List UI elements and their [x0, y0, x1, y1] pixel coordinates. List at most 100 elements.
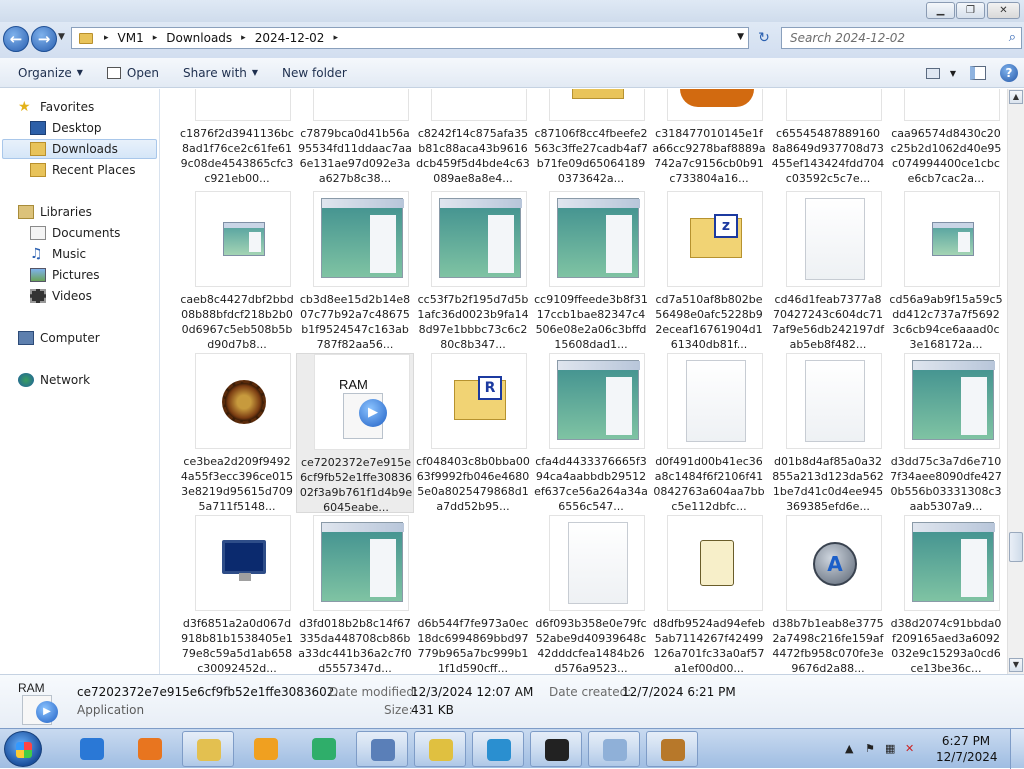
nav-network[interactable]: Network [18, 370, 176, 390]
documents-icon [30, 226, 46, 240]
navigation-pane: ★ Favorites Desktop Downloads Recent Plac… [0, 89, 160, 674]
taskbar-file-explorer[interactable] [182, 731, 234, 767]
date-modified-label: Date modified: [329, 685, 419, 699]
document-icon [568, 522, 628, 604]
taskbar-browser-green[interactable] [298, 731, 350, 767]
file-item[interactable]: cc9109ffeede3b8f3117ccb1bae82347c4506e08… [532, 191, 650, 351]
file-item[interactable]: d01b8d4af85a0a32855a213d123da5621be7d41c… [769, 353, 887, 513]
file-thumbnail [195, 89, 291, 121]
file-item[interactable]: d3fd018b2b8c14f67335da448708cb86ba33dc44… [296, 515, 414, 674]
close-button[interactable]: ✕ [987, 2, 1020, 19]
file-item[interactable]: d3dd75c3a7d6e7107f34aee8090dfe4270b556b0… [887, 353, 1005, 513]
taskbar-internet-explorer[interactable] [66, 731, 118, 767]
chevron-right-icon[interactable]: ▸ [99, 33, 114, 43]
open-label: Open [126, 65, 159, 80]
app-icon [680, 89, 754, 107]
file-thumbnail [904, 353, 1000, 449]
show-hidden-icons-icon[interactable]: ▲ [845, 742, 858, 755]
action-center-icon[interactable]: ⚑ [865, 742, 878, 755]
breadcrumb-downloads[interactable]: Downloads [162, 31, 236, 45]
taskbar-7zip[interactable] [530, 731, 582, 767]
breadcrumb-date-folder[interactable]: 2024-12-02 [251, 31, 329, 45]
application-icon [912, 360, 995, 440]
scroll-down-icon[interactable]: ▼ [1009, 658, 1023, 672]
nav-recent-label: Recent Places [52, 163, 136, 177]
taskbar-firefox[interactable] [124, 731, 176, 767]
file-item[interactable]: Ad38b7b1eab8e37752a7498c216fe159af4472fb… [769, 515, 887, 674]
file-item[interactable]: d0f491d00b41ec36a8c1484f6f2106f410842763… [650, 353, 768, 513]
open-button[interactable]: Open [95, 58, 171, 88]
file-name: caeb8c4427dbf2bbd08b88bfdcf218b2b00d6967… [180, 293, 294, 351]
address-dropdown-icon[interactable]: ▼ [737, 32, 744, 42]
back-button[interactable]: ← [3, 26, 29, 52]
file-name: cd56a9ab9f15a59c5dd412c737a7f56923c6cb94… [889, 293, 1003, 351]
network-tray-icon[interactable]: ▦ [885, 742, 898, 755]
nav-downloads[interactable]: Downloads [2, 139, 157, 159]
show-desktop-button[interactable] [1010, 729, 1024, 769]
scroll-up-icon[interactable]: ▲ [1009, 90, 1023, 104]
volume-muted-icon[interactable]: ✕ [905, 742, 918, 755]
minimize-button[interactable]: ▁ [926, 2, 955, 19]
search-input[interactable]: Search 2024-12-02 ⌕ [781, 27, 1022, 49]
clock-date[interactable]: 12/7/2024 [936, 750, 998, 764]
nav-computer[interactable]: Computer [18, 328, 176, 348]
file-thumbnail [667, 353, 763, 449]
nav-favorites[interactable]: ★ Favorites [18, 97, 176, 117]
7zip-icon [545, 739, 569, 761]
chevron-down-icon: ▼ [76, 68, 83, 77]
taskbar-tools[interactable] [414, 731, 466, 767]
taskbar-app-gear[interactable] [646, 731, 698, 767]
file-thumbnail [313, 515, 409, 611]
organize-button[interactable]: Organize ▼ [0, 58, 95, 88]
file-name: c318477010145e1fa66cc9278baf8889a742a7c9… [652, 127, 766, 185]
forward-button[interactable]: → [31, 26, 57, 52]
file-item[interactable]: Rcf048403c8b0bba0063f9992fb046e46805e0a8… [414, 353, 532, 513]
taskbar-notepad[interactable] [588, 731, 640, 767]
file-item[interactable]: d38d2074c91bbda0f209165aed3a6092032e9c15… [887, 515, 1005, 674]
preview-pane-icon[interactable] [970, 66, 986, 80]
help-icon[interactable]: ? [1000, 64, 1018, 82]
refresh-icon[interactable]: ↻ [752, 27, 776, 49]
chevron-right-icon[interactable]: ▸ [236, 33, 251, 43]
file-item[interactable]: ce3bea2d209f94924a55f3ecc396ce0153e8219d… [178, 353, 296, 513]
file-item[interactable]: cd46d1feab7377a870427243c604dc717af9e56d… [769, 191, 887, 351]
file-item[interactable]: caeb8c4427dbf2bbd08b88bfdcf218b2b00d6967… [178, 191, 296, 351]
file-item[interactable]: cfa4d4433376665f394ca4aabbdb29512ef637ce… [532, 353, 650, 513]
file-item[interactable]: d6f093b358e0e79fc52abe9d40939648c42dddcf… [532, 515, 650, 674]
network-icon [18, 373, 34, 387]
file-item[interactable]: d3f6851a2a0d067d918b81b1538405e179e8c59a… [178, 515, 296, 674]
search-icon[interactable]: ⌕ [1009, 30, 1016, 45]
new-folder-button[interactable]: New folder [270, 58, 359, 88]
recent-pages-dropdown[interactable]: ▼ [58, 32, 65, 42]
taskbar-network-tool[interactable] [356, 731, 408, 767]
file-item[interactable]: cb3d8ee15d2b14e807c77b92a7c48675b1f95245… [296, 191, 414, 351]
file-item[interactable]: d6b544f7fe973a0ec18dc6994869bbd97779b965… [414, 515, 532, 674]
share-with-button[interactable]: Share with ▼ [171, 58, 270, 88]
file-item[interactable]: d8dfb9524ad94efeb5ab7114267f42499126a701… [650, 515, 768, 674]
clock-time[interactable]: 6:27 PM [936, 734, 996, 748]
star-icon: ★ [18, 99, 31, 115]
application-icon [557, 198, 640, 278]
file-item[interactable]: RAM ▶ ce7202372e7e915e6cf9fb52e1ffe3083602… [296, 353, 414, 514]
application-icon [932, 222, 974, 256]
file-name: cfa4d4433376665f394ca4aabbdb29512ef637ce… [534, 455, 648, 513]
chevron-right-icon[interactable]: ▸ [328, 33, 343, 43]
breadcrumb-vm1[interactable]: VM1 [114, 31, 148, 45]
start-button[interactable] [4, 731, 42, 767]
file-thumbnail [195, 515, 291, 611]
chevron-down-icon[interactable]: ▼ [950, 69, 956, 78]
file-name: c1876f2d3941136bc8ad1f76ce2c61fe619c08de… [180, 127, 294, 185]
file-item[interactable]: cc53f7b2f195d7d5b1afc36d0023b9fa148d97e1… [414, 191, 532, 351]
maximize-button[interactable]: ❐ [956, 2, 985, 19]
vertical-scrollbar[interactable]: ▲ ▼ [1007, 89, 1024, 674]
scrollbar-thumb[interactable] [1009, 532, 1023, 562]
change-view-icon[interactable] [925, 67, 940, 79]
file-item[interactable]: cd56a9ab9f15a59c5dd412c737a7f56923c6cb94… [887, 191, 1005, 351]
file-item[interactable]: z cd7a510af8b802be56498e0afc5228b92eceaf1… [650, 191, 768, 351]
address-bar[interactable]: ▸ VM1 ▸ Downloads ▸ 2024-12-02 ▸ ▼ [71, 27, 749, 49]
explorer-window: ▁ ❐ ✕ ← → ▼ ▸ VM1 ▸ Downloads ▸ 2024-12-… [0, 0, 1024, 728]
taskbar-media-player[interactable] [240, 731, 292, 767]
nav-libraries[interactable]: Libraries [18, 202, 176, 222]
chevron-right-icon[interactable]: ▸ [148, 33, 163, 43]
taskbar-search-tool[interactable] [472, 731, 524, 767]
